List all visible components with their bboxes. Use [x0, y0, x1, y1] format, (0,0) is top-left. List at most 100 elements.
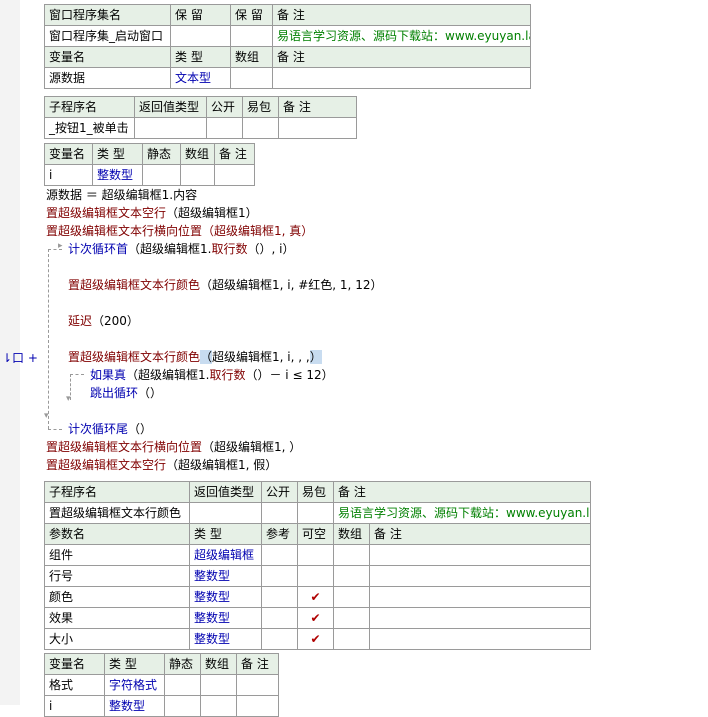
call-args: 超级编辑框1, i, , , — [212, 350, 310, 364]
param-ref[interactable] — [261, 628, 298, 650]
code-line-3[interactable]: 置超级编辑框文本行横向位置（超级编辑框1, 真） — [46, 223, 313, 239]
epackage-cell[interactable] — [242, 117, 279, 139]
program-set-name[interactable]: 窗口程序集_启动窗口 — [44, 25, 171, 47]
header-program-set-name: 窗口程序集名 — [44, 4, 171, 26]
note-cell[interactable] — [236, 674, 279, 696]
static-cell[interactable] — [164, 695, 201, 717]
array-cell[interactable] — [200, 695, 237, 717]
var-type[interactable]: 文本型 — [170, 67, 231, 89]
param-ref[interactable] — [261, 565, 298, 587]
code-line-9[interactable]: 跳出循环（） — [90, 385, 162, 401]
param-note[interactable] — [368, 586, 592, 608]
param-name[interactable]: 行号 — [44, 565, 190, 587]
var-note[interactable] — [272, 67, 531, 89]
program-set-note[interactable]: 易语言学习资源、源码下载站：www.eyuyan.la — [272, 25, 531, 47]
param-type[interactable]: 整数型 — [189, 565, 262, 587]
header-var-type: 类 型 — [104, 653, 165, 675]
code-line-10[interactable]: 计次循环尾（） — [68, 421, 152, 437]
array-cell[interactable] — [200, 674, 237, 696]
header-static: 静态 — [164, 653, 201, 675]
sub-note[interactable]: 易语言学习资源、源码下载站：www.eyuyan.la — [332, 502, 592, 524]
param-array[interactable] — [333, 544, 370, 566]
call-open-paren: （ — [200, 350, 213, 364]
sub-name[interactable]: 置超级编辑框文本行颜色 — [44, 502, 190, 524]
code-line-2[interactable]: 置超级编辑框文本空行（超级编辑框1） — [46, 205, 258, 221]
sub-name[interactable]: _按钮1_被单击 — [44, 117, 135, 139]
if-down-arrow-icon: ▾ — [66, 394, 71, 404]
header-reserved-1: 保 留 — [170, 4, 231, 26]
var-name[interactable]: i — [44, 695, 105, 717]
var-row: i 整数型 — [44, 695, 279, 717]
code-line-6[interactable]: 延迟（200） — [68, 313, 139, 329]
public-cell[interactable] — [261, 502, 298, 524]
var-name[interactable]: 格式 — [44, 674, 105, 696]
header-param-nullable: 可空 — [297, 523, 334, 545]
param-name[interactable]: 效果 — [44, 607, 190, 629]
var-name[interactable]: i — [44, 164, 93, 186]
param-ref[interactable] — [261, 544, 298, 566]
param-type[interactable]: 整数型 — [189, 607, 262, 629]
param-nullable-check-icon[interactable]: ✔ — [297, 628, 334, 650]
loop-args-c: （）, i） — [247, 242, 295, 256]
param-note[interactable] — [368, 628, 592, 650]
header-note: 备 注 — [236, 653, 279, 675]
param-note[interactable] — [368, 565, 592, 587]
return-type[interactable] — [189, 502, 262, 524]
header-param-ref: 参考 — [261, 523, 298, 545]
param-array[interactable] — [333, 586, 370, 608]
call-name: 延迟 — [68, 314, 93, 328]
param-array[interactable] — [333, 628, 370, 650]
array-cell[interactable] — [180, 164, 215, 186]
header-public: 公开 — [206, 96, 243, 118]
param-nullable-check-icon[interactable]: ✔ — [297, 607, 334, 629]
var-array[interactable] — [230, 67, 273, 89]
var-type[interactable]: 整数型 — [92, 164, 143, 186]
param-nullable-check-icon[interactable]: ✔ — [297, 586, 334, 608]
static-cell[interactable] — [164, 674, 201, 696]
param-nullable[interactable] — [297, 565, 334, 587]
code-line-11[interactable]: 置超级编辑框文本行横向位置（超级编辑框1, ） — [46, 439, 301, 455]
code-line-4[interactable]: 计次循环首（超级编辑框1.取行数（）, i） — [68, 241, 294, 257]
note-cell[interactable] — [278, 117, 357, 139]
note-cell[interactable] — [214, 164, 255, 186]
param-row: 行号 整数型 — [44, 565, 592, 587]
header-param-note: 备 注 — [368, 523, 592, 545]
param-name[interactable]: 颜色 — [44, 586, 190, 608]
param-type[interactable]: 整数型 — [189, 628, 262, 650]
program-set-table: 窗口程序集名 保 留 保 留 备 注 窗口程序集_启动窗口 易语言学习资源、源码… — [44, 4, 531, 89]
param-note[interactable] — [368, 544, 592, 566]
return-type[interactable] — [134, 117, 207, 139]
gutter-marker[interactable]: ⇂口 + — [2, 349, 38, 366]
code-line-1[interactable]: 源数据 ＝ 超级编辑框1.内容 — [46, 187, 197, 203]
param-array[interactable] — [333, 607, 370, 629]
code-line-5[interactable]: 置超级编辑框文本行颜色（超级编辑框1, i, #红色, 1, 12） — [68, 277, 382, 293]
reserved-cell-1[interactable] — [170, 25, 231, 47]
param-ref[interactable] — [261, 586, 298, 608]
param-name[interactable]: 组件 — [44, 544, 190, 566]
param-name[interactable]: 大小 — [44, 628, 190, 650]
var-name[interactable]: 源数据 — [44, 67, 171, 89]
call-name: 置超级编辑框文本空行 — [46, 206, 167, 220]
code-line-7[interactable]: 置超级编辑框文本行颜色（超级编辑框1, i, , ,） — [68, 349, 322, 365]
param-row: 组件 超级编辑框 — [44, 544, 592, 566]
loop-guide-line — [48, 249, 49, 429]
reserved-cell-2[interactable] — [230, 25, 273, 47]
epackage-cell[interactable] — [297, 502, 334, 524]
code-line-8[interactable]: 如果真（超级编辑框1.取行数（）－ i ≤ 12） — [90, 367, 334, 383]
call-args: （超级编辑框1） — [166, 206, 258, 220]
param-type[interactable]: 超级编辑框 — [189, 544, 262, 566]
static-cell[interactable] — [142, 164, 181, 186]
header-array: 数组 — [200, 653, 237, 675]
param-note[interactable] — [368, 607, 592, 629]
param-nullable[interactable] — [297, 544, 334, 566]
param-type[interactable]: 整数型 — [189, 586, 262, 608]
if-args-b: 取行数 — [209, 368, 246, 382]
param-ref[interactable] — [261, 607, 298, 629]
code-line-12[interactable]: 置超级编辑框文本空行（超级编辑框1, 假） — [46, 457, 277, 473]
var-type[interactable]: 整数型 — [104, 695, 165, 717]
public-cell[interactable] — [206, 117, 243, 139]
loop-keyword: 计次循环首 — [68, 242, 129, 256]
note-cell[interactable] — [236, 695, 279, 717]
var-type[interactable]: 字符格式 — [104, 674, 165, 696]
param-array[interactable] — [333, 565, 370, 587]
